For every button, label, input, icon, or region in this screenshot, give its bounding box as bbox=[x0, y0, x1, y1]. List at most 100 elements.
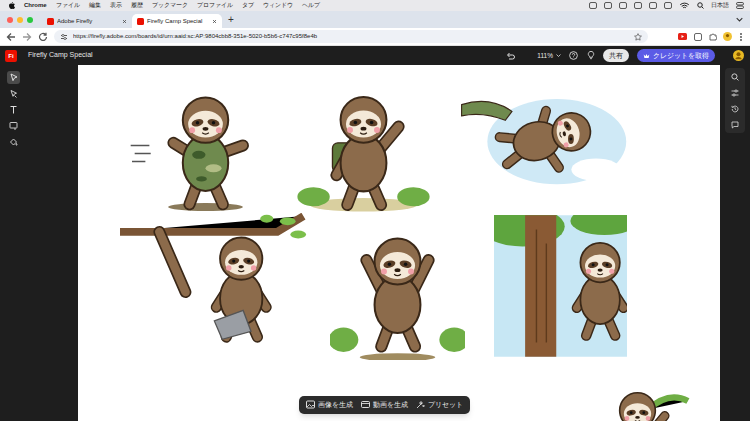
tool-button[interactable] bbox=[7, 119, 20, 132]
zoom-level: 111% bbox=[537, 51, 553, 61]
credits-label: クレジットを取得 bbox=[653, 51, 709, 61]
menu-item[interactable]: ブックマーク bbox=[152, 1, 188, 10]
video-icon bbox=[361, 400, 370, 409]
sloth-illustration[interactable] bbox=[450, 80, 630, 192]
board-canvas[interactable]: 画像を生成 動画を生成 プリセット bbox=[78, 65, 720, 421]
right-panel bbox=[725, 68, 745, 133]
lasso-tool-icon bbox=[9, 89, 18, 98]
status-icon[interactable] bbox=[634, 2, 642, 10]
generate-toolbar: 画像を生成 動画を生成 プリセット bbox=[299, 396, 470, 414]
back-icon[interactable] bbox=[6, 32, 16, 42]
firefly-favicon-icon bbox=[47, 18, 54, 25]
menu-item[interactable]: ウィンドウ bbox=[263, 1, 293, 10]
status-area: 日本語 bbox=[589, 1, 744, 10]
crown-icon bbox=[643, 52, 650, 59]
sloth-illustration[interactable] bbox=[120, 213, 310, 345]
bookmark-star-icon[interactable] bbox=[634, 33, 642, 41]
menu-item[interactable]: タブ bbox=[242, 1, 254, 10]
puzzle-icon[interactable] bbox=[708, 32, 717, 41]
extension-icon[interactable] bbox=[693, 32, 702, 41]
youtube-extension-icon[interactable] bbox=[678, 32, 687, 41]
zoom-control[interactable]: 111% bbox=[537, 51, 561, 61]
generate-button-label: 画像を生成 bbox=[318, 400, 353, 410]
firefly-favicon-icon bbox=[137, 18, 144, 25]
sloth-illustration[interactable] bbox=[330, 225, 465, 360]
workspace: 画像を生成 動画を生成 プリセット bbox=[0, 65, 750, 421]
menu-bar: Chrome ファイル編集表示履歴ブックマークプロファイルタブウィンドウヘルプ 日本… bbox=[0, 0, 750, 11]
toolbar: https://firefly.adobe.com/boards/id/urn:… bbox=[0, 28, 750, 46]
status-icon[interactable] bbox=[604, 2, 612, 10]
status-icon[interactable] bbox=[589, 2, 597, 10]
comment-icon[interactable] bbox=[731, 120, 740, 129]
user-avatar-icon[interactable] bbox=[733, 50, 744, 61]
new-tab-button[interactable]: + bbox=[228, 15, 234, 25]
text-tool-icon bbox=[9, 105, 18, 114]
reload-icon[interactable] bbox=[38, 32, 48, 42]
menu-item[interactable]: 履歴 bbox=[131, 1, 143, 10]
frame-tool-icon bbox=[9, 121, 18, 130]
search-icon[interactable] bbox=[731, 72, 740, 81]
tool-button[interactable] bbox=[7, 103, 20, 116]
history-icon[interactable] bbox=[731, 104, 740, 113]
generate-button-label: 動画を生成 bbox=[373, 400, 408, 410]
undo-icon[interactable] bbox=[505, 51, 515, 61]
sloth-illustration[interactable] bbox=[585, 378, 690, 421]
wifi-icon[interactable] bbox=[679, 2, 689, 10]
generate-button-label: プリセット bbox=[428, 400, 463, 410]
minimize-window-icon[interactable] bbox=[17, 17, 23, 23]
menu-item[interactable]: プロファイル bbox=[197, 1, 233, 10]
close-window-icon[interactable] bbox=[7, 17, 13, 23]
tool-button[interactable] bbox=[7, 135, 20, 148]
url-text: https://firefly.adobe.com/boards/id/urn:… bbox=[73, 32, 629, 41]
menu-item[interactable]: ヘルプ bbox=[302, 1, 320, 10]
forward-icon[interactable] bbox=[22, 32, 32, 42]
status-icon[interactable] bbox=[619, 2, 627, 10]
adjustments-icon[interactable] bbox=[731, 88, 740, 97]
chevron-down-icon bbox=[555, 53, 561, 59]
sloth-illustration[interactable] bbox=[292, 78, 435, 213]
right-rail bbox=[720, 65, 750, 421]
control-center-icon[interactable] bbox=[736, 2, 744, 10]
tab-label: Firefly Camp Special bbox=[147, 17, 208, 26]
address-field[interactable]: https://firefly.adobe.com/boards/id/urn:… bbox=[54, 30, 648, 43]
generate-button[interactable]: プリセット bbox=[416, 400, 463, 410]
status-icon[interactable] bbox=[649, 2, 657, 10]
logo-text: Fi bbox=[8, 53, 13, 59]
fill-tool-icon bbox=[9, 137, 18, 146]
zoom-window-icon[interactable] bbox=[27, 17, 33, 23]
window-controls bbox=[7, 17, 33, 23]
input-method[interactable]: 日本語 bbox=[711, 1, 729, 10]
generate-button[interactable]: 画像を生成 bbox=[306, 400, 353, 410]
extensions bbox=[678, 32, 744, 41]
menu-item[interactable]: 編集 bbox=[89, 1, 101, 10]
menu-app-name[interactable]: Chrome bbox=[24, 1, 47, 10]
firefly-logo[interactable]: Fi bbox=[5, 50, 17, 62]
site-info-icon[interactable] bbox=[60, 33, 68, 41]
close-tab-icon[interactable] bbox=[121, 18, 127, 24]
search-icon[interactable] bbox=[696, 2, 704, 10]
tool-button[interactable] bbox=[7, 87, 20, 100]
lightbulb-icon[interactable] bbox=[586, 51, 595, 60]
status-icon[interactable] bbox=[664, 2, 672, 10]
app-header: Fi Firefly Camp Special 111% 共有 クレジットを取得 bbox=[0, 46, 750, 65]
browser-tab[interactable]: Adobe Firefly bbox=[42, 14, 132, 28]
menu-item[interactable]: ファイル bbox=[56, 1, 80, 10]
credits-button[interactable]: クレジットを取得 bbox=[637, 49, 715, 63]
close-tab-icon[interactable] bbox=[211, 18, 217, 24]
profile-avatar-icon[interactable] bbox=[723, 32, 732, 41]
board-title[interactable]: Firefly Camp Special bbox=[28, 50, 93, 61]
chrome-menu-icon[interactable] bbox=[738, 32, 744, 41]
share-button[interactable]: 共有 bbox=[603, 49, 629, 63]
tab-search-icon[interactable] bbox=[734, 15, 744, 25]
header-actions: 111% 共有 クレジットを取得 bbox=[505, 49, 744, 63]
left-toolbar bbox=[0, 65, 78, 421]
help-icon[interactable] bbox=[569, 51, 578, 60]
sloth-illustration[interactable] bbox=[494, 215, 627, 357]
preset-icon bbox=[416, 400, 425, 409]
menu-item[interactable]: 表示 bbox=[110, 1, 122, 10]
browser-tab[interactable]: Firefly Camp Special bbox=[132, 14, 222, 28]
generate-button[interactable]: 動画を生成 bbox=[361, 400, 408, 410]
sloth-illustration[interactable] bbox=[128, 78, 275, 213]
apple-icon[interactable] bbox=[8, 2, 15, 10]
tool-button[interactable] bbox=[7, 71, 20, 84]
